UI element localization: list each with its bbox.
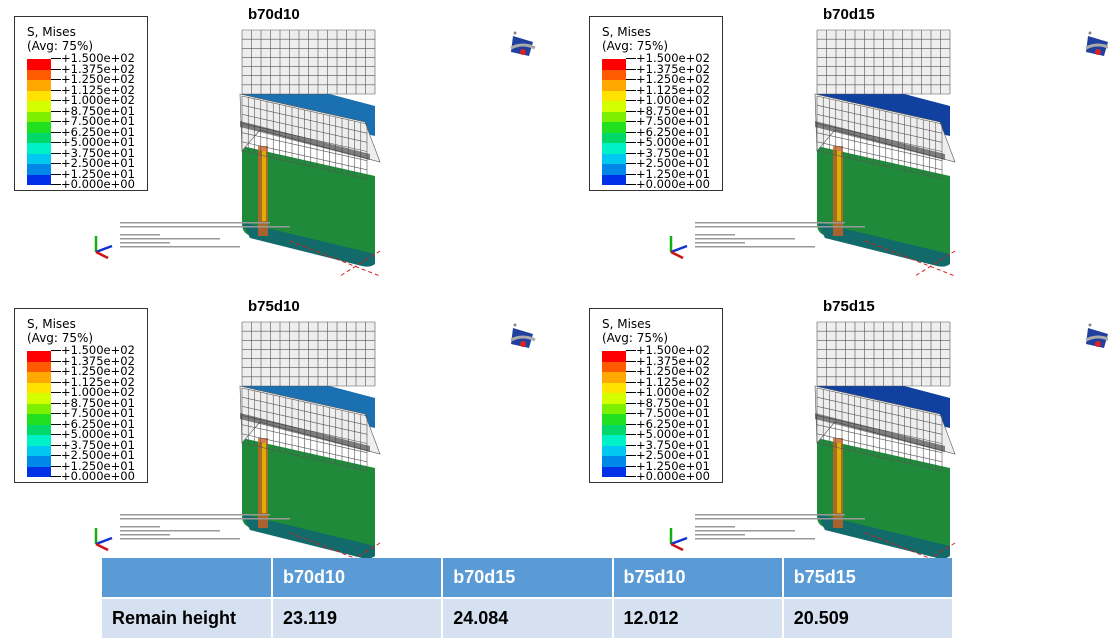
- legend-value: +0.000e+00: [51, 471, 135, 482]
- legend-color-band: [27, 382, 51, 393]
- legend-color-band: [602, 101, 626, 112]
- header-cell: b70d15: [442, 558, 614, 598]
- stress-legend: S, Mises (Avg: 75%) +1.500e+02 +1.375e+02 +…: [14, 308, 148, 483]
- panel-title: b70d10: [248, 6, 300, 23]
- viewport-info-text: [120, 222, 290, 248]
- legend-color-band: [602, 393, 626, 404]
- legend-color-band: [602, 90, 626, 101]
- legend-color-band: [602, 164, 626, 175]
- legend-title: S, Mises: [27, 317, 76, 331]
- result-panel: S, Mises (Avg: 75%) +1.500e+02 +1.375e+02 +…: [575, 0, 1108, 292]
- legend-color-band: [27, 372, 51, 383]
- result-panel: S, Mises (Avg: 75%) +1.500e+02 +1.375e+02 +…: [0, 292, 575, 584]
- table-row: Remain height 23.119 24.084 12.012 20.50…: [102, 597, 955, 638]
- legend-value: +0.000e+00: [626, 179, 710, 190]
- legend-color-band: [27, 361, 51, 372]
- legend-color-bar: [27, 59, 51, 185]
- result-panel: S, Mises (Avg: 75%) +1.500e+02 +1.375e+02 +…: [575, 292, 1108, 584]
- panel-title: b75d15: [823, 298, 875, 315]
- legend-color-band: [27, 59, 51, 70]
- legend-color-band: [27, 122, 51, 133]
- axis-triad-icon: [94, 528, 113, 552]
- axis-triad-icon: [669, 236, 688, 260]
- legend-color-band: [602, 59, 626, 70]
- legend-color-band: [602, 403, 626, 414]
- legend-color-band: [602, 351, 626, 362]
- legend-title: S, Mises: [27, 25, 76, 39]
- value-cell: 24.084: [442, 597, 614, 638]
- legend-color-band: [27, 69, 51, 80]
- legend-color-band: [602, 174, 626, 185]
- stress-legend: S, Mises (Avg: 75%) +1.500e+02 +1.375e+02 +…: [14, 16, 148, 191]
- legend-color-band: [27, 174, 51, 185]
- legend-title: S, Mises: [602, 317, 651, 331]
- row-label: Remain height: [102, 597, 273, 638]
- legend-value: +0.000e+00: [626, 471, 710, 482]
- remain-height-table: b70d10 b70d15 b75d10 b75d15 Remain heigh…: [102, 558, 955, 638]
- legend-value: +0.000e+00: [51, 179, 135, 190]
- table-header-row: b70d10 b70d15 b75d10 b75d15: [102, 558, 955, 598]
- view-orientation-icon: [510, 31, 536, 56]
- header-cell: [102, 558, 273, 598]
- header-cell: b75d10: [612, 558, 784, 598]
- legend-color-band: [602, 456, 626, 467]
- legend-color-bar: [602, 59, 626, 185]
- legend-color-band: [602, 80, 626, 91]
- viewport-info-text: [120, 514, 290, 540]
- legend-color-band: [602, 132, 626, 143]
- legend-color-band: [27, 456, 51, 467]
- legend-color-band: [27, 132, 51, 143]
- panel-title: b75d10: [248, 298, 300, 315]
- legend-color-bar: [27, 351, 51, 477]
- legend-color-band: [27, 445, 51, 456]
- view-orientation-icon: [1085, 323, 1108, 348]
- legend-color-band: [27, 101, 51, 112]
- legend-color-band: [27, 153, 51, 164]
- legend-color-band: [27, 164, 51, 175]
- legend-color-band: [602, 466, 626, 477]
- legend-title: S, Mises: [602, 25, 651, 39]
- view-orientation-icon: [510, 323, 536, 348]
- viewport-info-text: [695, 514, 865, 540]
- stress-legend: S, Mises (Avg: 75%) +1.500e+02 +1.375e+02 +…: [589, 16, 723, 191]
- legend-color-band: [602, 122, 626, 133]
- legend-color-band: [27, 393, 51, 404]
- header-cell: b75d15: [782, 558, 955, 598]
- legend-color-band: [602, 445, 626, 456]
- stress-legend: S, Mises (Avg: 75%) +1.500e+02 +1.375e+02 +…: [589, 308, 723, 483]
- legend-color-band: [602, 143, 626, 154]
- viewport-info-text: [695, 222, 865, 248]
- legend-color-bar: [602, 351, 626, 477]
- value-cell: 23.119: [272, 597, 444, 638]
- legend-color-band: [602, 153, 626, 164]
- legend-color-band: [602, 111, 626, 122]
- result-panel: S, Mises (Avg: 75%) +1.500e+02 +1.375e+02 +…: [0, 0, 575, 292]
- legend-color-band: [27, 403, 51, 414]
- value-cell: 20.509: [782, 597, 955, 638]
- value-cell: 12.012: [612, 597, 784, 638]
- legend-color-band: [602, 382, 626, 393]
- legend-color-band: [602, 361, 626, 372]
- legend-color-band: [602, 372, 626, 383]
- panel-title: b70d15: [823, 6, 875, 23]
- legend-color-band: [27, 143, 51, 154]
- legend-color-band: [602, 414, 626, 425]
- legend-color-band: [602, 435, 626, 446]
- legend-color-band: [27, 414, 51, 425]
- legend-color-band: [27, 435, 51, 446]
- view-orientation-icon: [1085, 31, 1108, 56]
- axis-triad-icon: [669, 528, 688, 552]
- legend-color-band: [602, 424, 626, 435]
- legend-color-band: [27, 351, 51, 362]
- legend-color-band: [27, 111, 51, 122]
- legend-color-band: [27, 424, 51, 435]
- legend-color-band: [602, 69, 626, 80]
- legend-color-band: [27, 90, 51, 101]
- legend-color-band: [27, 466, 51, 477]
- header-cell: b70d10: [272, 558, 444, 598]
- axis-triad-icon: [94, 236, 113, 260]
- legend-color-band: [27, 80, 51, 91]
